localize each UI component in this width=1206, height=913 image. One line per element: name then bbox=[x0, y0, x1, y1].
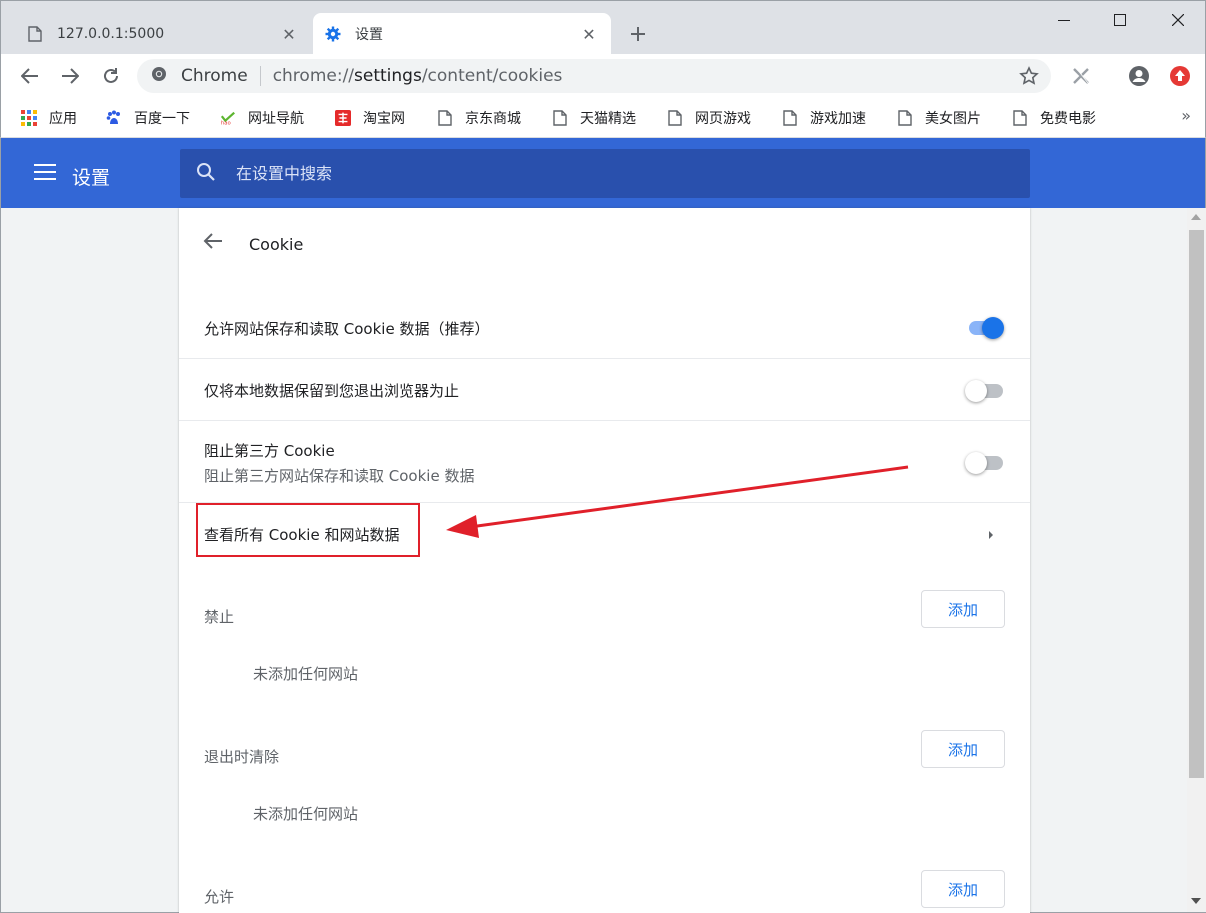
keep-local-data-row[interactable]: 仅将本地数据保留到您退出浏览器为止 bbox=[179, 358, 1030, 420]
omnibox-separator bbox=[259, 66, 261, 86]
keep-local-data-label: 仅将本地数据保留到您退出浏览器为止 bbox=[204, 382, 460, 400]
subpage-header: Cookie bbox=[179, 208, 1030, 280]
block-section-label: 禁止 bbox=[204, 608, 235, 626]
bookmark-label: 百度一下 bbox=[134, 111, 190, 127]
taobao-icon bbox=[335, 110, 351, 126]
scroll-down-arrow-icon[interactable] bbox=[1191, 898, 1201, 904]
tab-strip: 127.0.0.1:5000 ✕ 设置 ✕ bbox=[0, 0, 1206, 55]
bookmark-movies[interactable]: 免费电影 bbox=[1012, 107, 1096, 129]
bookmark-taobao[interactable]: 淘宝网 bbox=[335, 107, 405, 129]
block-empty-text: 未添加任何网站 bbox=[253, 665, 359, 683]
settings-title: 设置 bbox=[72, 167, 111, 189]
bookmark-hao[interactable]: hao 网址导航 bbox=[220, 107, 304, 129]
bookmark-label: 应用 bbox=[49, 111, 77, 127]
apps-grid-icon bbox=[21, 110, 37, 126]
clear-on-exit-section-label: 退出时清除 bbox=[204, 748, 280, 766]
profile-avatar-icon[interactable] bbox=[1125, 62, 1153, 90]
block-third-party-sublabel: 阻止第三方网站保存和读取 Cookie 数据 bbox=[204, 467, 475, 485]
page-icon bbox=[782, 110, 798, 126]
bookmark-web-games[interactable]: 网页游戏 bbox=[667, 107, 751, 129]
bookmarks-bar: 应用 百度一下 hao 网址导航 淘宝网 京东商城 天猫精选 网页游戏 游戏加速… bbox=[0, 98, 1206, 138]
page-icon bbox=[1012, 110, 1028, 126]
bookmark-star-icon[interactable] bbox=[1019, 66, 1039, 91]
bookmark-label: 网页游戏 bbox=[695, 111, 751, 127]
tab-title: 127.0.0.1:5000 bbox=[57, 26, 165, 42]
bookmark-jd[interactable]: 京东商城 bbox=[437, 107, 521, 129]
site-chip-label: Chrome bbox=[181, 66, 248, 86]
scroll-up-arrow-icon[interactable] bbox=[1191, 214, 1201, 220]
bookmark-label: 天猫精选 bbox=[580, 111, 636, 127]
search-input[interactable] bbox=[236, 164, 1016, 183]
block-add-button[interactable]: 添加 bbox=[921, 590, 1005, 628]
allow-cookies-label: 允许网站保存和读取 Cookie 数据（推荐） bbox=[204, 320, 490, 338]
search-icon bbox=[196, 162, 216, 186]
chevron-right-icon bbox=[986, 527, 996, 541]
bookmark-baidu[interactable]: 百度一下 bbox=[106, 107, 190, 129]
hao-icon: hao bbox=[220, 110, 236, 126]
page-title: Cookie bbox=[249, 235, 304, 254]
allow-cookies-toggle[interactable] bbox=[966, 317, 1004, 339]
tab-title: 设置 bbox=[355, 27, 383, 43]
baidu-paw-icon bbox=[106, 110, 122, 126]
settings-content: Cookie 允许网站保存和读取 Cookie 数据（推荐） 仅将本地数据保留到… bbox=[0, 208, 1206, 913]
keep-local-data-toggle[interactable] bbox=[965, 380, 1004, 402]
allow-section-label: 允许 bbox=[204, 888, 235, 906]
new-tab-button[interactable] bbox=[625, 21, 651, 47]
svg-text:hao: hao bbox=[221, 121, 231, 126]
bookmark-label: 美女图片 bbox=[925, 111, 981, 127]
bookmark-label: 淘宝网 bbox=[363, 111, 405, 127]
allow-add-button[interactable]: 添加 bbox=[921, 870, 1005, 908]
update-icon[interactable] bbox=[1166, 62, 1194, 90]
block-third-party-label: 阻止第三方 Cookie bbox=[204, 442, 335, 460]
settings-header: 设置 bbox=[0, 138, 1206, 208]
gear-icon bbox=[325, 26, 341, 42]
page-icon bbox=[437, 110, 453, 126]
forward-button[interactable] bbox=[56, 62, 84, 90]
browser-toolbar: Chrome chrome://settings/content/cookies bbox=[0, 54, 1206, 98]
clear-on-exit-add-button[interactable]: 添加 bbox=[921, 730, 1005, 768]
bookmarks-overflow-button[interactable]: » bbox=[1181, 106, 1191, 125]
page-icon bbox=[27, 26, 43, 42]
back-button[interactable] bbox=[16, 62, 44, 90]
page-icon bbox=[552, 110, 568, 126]
block-third-party-row[interactable]: 阻止第三方 Cookie 阻止第三方网站保存和读取 Cookie 数据 bbox=[179, 420, 1030, 502]
bookmark-game-accel[interactable]: 游戏加速 bbox=[782, 107, 866, 129]
hamburger-menu-icon[interactable] bbox=[34, 164, 56, 182]
bookmark-label: 免费电影 bbox=[1040, 111, 1096, 127]
maximize-button[interactable] bbox=[1097, 5, 1143, 35]
annotation-highlight-box bbox=[196, 503, 420, 557]
page-scrollbar[interactable] bbox=[1187, 208, 1206, 912]
address-bar[interactable]: Chrome chrome://settings/content/cookies bbox=[137, 59, 1051, 93]
bookmark-apps[interactable]: 应用 bbox=[21, 107, 77, 129]
reload-button[interactable] bbox=[97, 62, 125, 90]
extension-x-icon[interactable] bbox=[1067, 62, 1095, 90]
page-icon bbox=[667, 110, 683, 126]
tab-close-icon[interactable]: ✕ bbox=[579, 24, 599, 44]
bookmark-label: 京东商城 bbox=[465, 111, 521, 127]
bookmark-label: 游戏加速 bbox=[810, 111, 866, 127]
block-third-party-toggle[interactable] bbox=[965, 452, 1004, 474]
back-arrow-icon[interactable] bbox=[203, 232, 227, 256]
bookmark-tmall[interactable]: 天猫精选 bbox=[552, 107, 636, 129]
allow-cookies-row[interactable]: 允许网站保存和读取 Cookie 数据（推荐） bbox=[179, 296, 1030, 358]
tab-settings[interactable]: 设置 ✕ bbox=[313, 13, 611, 55]
scroll-thumb[interactable] bbox=[1189, 230, 1204, 778]
bookmark-pictures[interactable]: 美女图片 bbox=[897, 107, 981, 129]
url-text: chrome://settings/content/cookies bbox=[272, 66, 563, 86]
page-icon bbox=[897, 110, 913, 126]
close-window-button[interactable] bbox=[1155, 5, 1201, 35]
bookmark-label: 网址导航 bbox=[248, 111, 304, 127]
tab-localhost[interactable]: 127.0.0.1:5000 ✕ bbox=[15, 13, 311, 55]
chrome-logo-icon bbox=[151, 66, 167, 87]
cookie-settings-card: Cookie 允许网站保存和读取 Cookie 数据（推荐） 仅将本地数据保留到… bbox=[179, 208, 1030, 913]
clear-on-exit-empty-text: 未添加任何网站 bbox=[253, 805, 359, 823]
minimize-button[interactable] bbox=[1041, 5, 1087, 35]
tab-close-icon[interactable]: ✕ bbox=[279, 24, 299, 44]
settings-search[interactable] bbox=[180, 149, 1030, 198]
